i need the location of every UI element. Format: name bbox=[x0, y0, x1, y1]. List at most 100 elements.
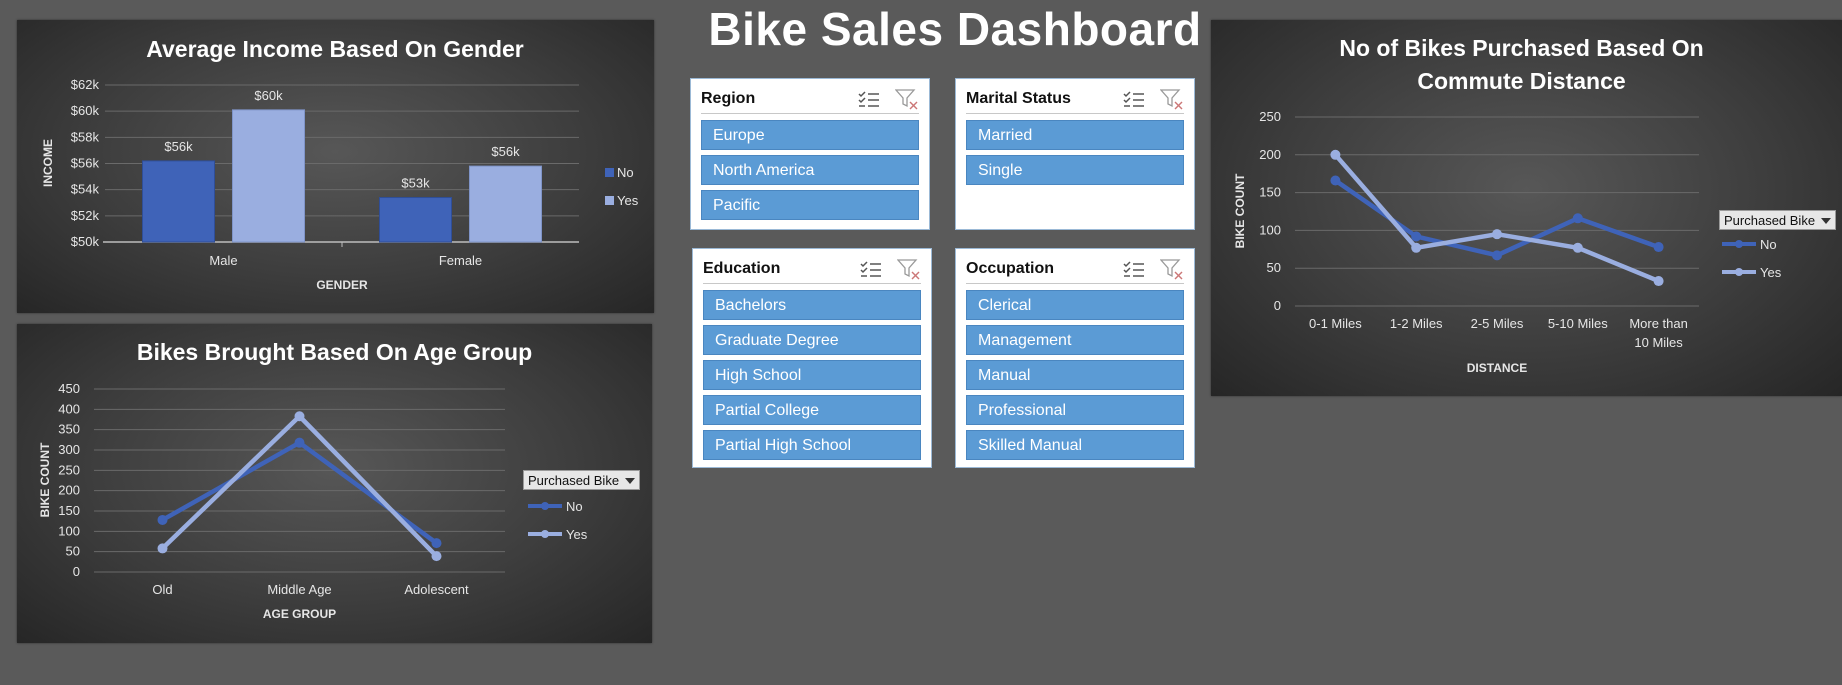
y-tick-label: $54k bbox=[71, 182, 100, 197]
x-axis-label: AGE GROUP bbox=[263, 607, 336, 621]
slicer-item-bachelors[interactable]: Bachelors bbox=[703, 290, 921, 320]
data-point-yes bbox=[1653, 276, 1664, 287]
y-axis-label: BIKE COUNT bbox=[38, 442, 52, 517]
x-tick-label: 10 Miles bbox=[1634, 335, 1683, 350]
bar-no-female bbox=[379, 197, 452, 243]
data-label: $60k bbox=[254, 88, 283, 103]
data-label: $56k bbox=[164, 139, 193, 154]
bar-yes-male bbox=[232, 109, 305, 243]
y-tick-label: 100 bbox=[58, 523, 80, 538]
slicer-title: Region bbox=[701, 90, 756, 107]
y-tick-label: 100 bbox=[1259, 222, 1281, 237]
legend-swatch bbox=[605, 168, 614, 177]
x-tick-label: Adolescent bbox=[404, 582, 469, 597]
slicer-item-europe[interactable]: Europe bbox=[701, 120, 919, 150]
slicer-item-married[interactable]: Married bbox=[966, 120, 1184, 150]
slicer-item-partial-high-school[interactable]: Partial High School bbox=[703, 430, 921, 460]
slicer-item-professional[interactable]: Professional bbox=[966, 395, 1184, 425]
legend-dropdown-label: Purchased Bike bbox=[528, 473, 620, 488]
clear-filter-icon[interactable] bbox=[1160, 258, 1184, 280]
multi-select-icon[interactable] bbox=[1122, 259, 1146, 279]
clear-filter-icon[interactable] bbox=[895, 88, 919, 110]
y-tick-label: 250 bbox=[1259, 109, 1281, 124]
data-point-no bbox=[431, 538, 442, 549]
dashboard-title: Bike Sales Dashboard bbox=[708, 3, 1202, 55]
y-tick-label: 400 bbox=[58, 401, 80, 416]
slicer-title: Occupation bbox=[966, 260, 1055, 277]
y-tick-label: 450 bbox=[58, 381, 80, 396]
chart-title: No of Bikes Purchased Based On bbox=[1339, 35, 1703, 61]
data-point-yes bbox=[1330, 149, 1341, 160]
series-line-yes bbox=[160, 413, 439, 558]
slicer-header: Marital Status bbox=[966, 85, 1184, 114]
x-tick-label: 1-2 Miles bbox=[1390, 316, 1443, 331]
multi-select-icon[interactable] bbox=[1122, 89, 1146, 109]
slicer-toolbar bbox=[1122, 258, 1184, 280]
slicer-item-graduate-degree[interactable]: Graduate Degree bbox=[703, 325, 921, 355]
slicer-item-single[interactable]: Single bbox=[966, 155, 1184, 185]
chart-title: Bikes Brought Based On Age Group bbox=[137, 339, 532, 365]
legend-marker bbox=[1735, 240, 1743, 248]
slicer-header: Occupation bbox=[966, 255, 1184, 284]
y-tick-label: $58k bbox=[71, 129, 100, 144]
y-tick-label: $60k bbox=[71, 103, 100, 118]
age-legend-dropdown[interactable]: Purchased Bike bbox=[523, 470, 640, 490]
data-point-no bbox=[1411, 231, 1422, 242]
legend-marker bbox=[541, 530, 549, 538]
bar-no-male bbox=[142, 160, 215, 243]
legend-marker bbox=[1735, 268, 1743, 276]
chevron-down-icon bbox=[1821, 218, 1831, 224]
data-point-no bbox=[1330, 175, 1341, 186]
data-point-no bbox=[1572, 213, 1583, 224]
legend-dropdown-label: Purchased Bike bbox=[1724, 213, 1816, 228]
chart-title: Commute Distance bbox=[1417, 68, 1625, 94]
y-tick-label: $52k bbox=[71, 208, 100, 223]
y-tick-label: 150 bbox=[58, 503, 80, 518]
x-tick-label: Male bbox=[209, 253, 237, 268]
line-chart-2: No of Bikes Purchased Based On Commute Di… bbox=[1233, 35, 1782, 375]
x-tick-label: 0-1 Miles bbox=[1309, 316, 1362, 331]
slicer-title: Marital Status bbox=[966, 90, 1071, 107]
y-tick-label: 300 bbox=[58, 442, 80, 457]
y-tick-label: 350 bbox=[58, 422, 80, 437]
y-axis-label: BIKE COUNT bbox=[1233, 173, 1247, 248]
slicer-toolbar bbox=[1122, 88, 1184, 110]
series-line-no bbox=[161, 440, 438, 545]
slicer-item-manual[interactable]: Manual bbox=[966, 360, 1184, 390]
slicer-toolbar bbox=[857, 88, 919, 110]
legend-label: No bbox=[617, 165, 634, 180]
legend-label: No bbox=[1760, 237, 1777, 252]
marital-status-slicer: Marital Status Married Single bbox=[955, 78, 1195, 230]
data-point-no bbox=[1653, 242, 1664, 253]
y-tick-label: $56k bbox=[71, 156, 100, 171]
slicer-item-north-america[interactable]: North America bbox=[701, 155, 919, 185]
slicer-item-clerical[interactable]: Clerical bbox=[966, 290, 1184, 320]
y-tick-label: 0 bbox=[1274, 298, 1281, 313]
data-point-no bbox=[294, 437, 305, 448]
y-tick-label: 250 bbox=[58, 462, 80, 477]
multi-select-icon[interactable] bbox=[859, 259, 883, 279]
slicer-toolbar bbox=[859, 258, 921, 280]
data-label: $53k bbox=[401, 176, 430, 191]
y-tick-label: 50 bbox=[66, 544, 80, 559]
distance-legend-dropdown[interactable]: Purchased Bike bbox=[1719, 210, 1836, 230]
occupation-slicer: Occupation Clerical Management Manual Profes… bbox=[955, 248, 1195, 468]
region-slicer: Region Europe North America Pacific bbox=[690, 78, 930, 230]
data-point-yes bbox=[1572, 242, 1583, 253]
clear-filter-icon[interactable] bbox=[897, 258, 921, 280]
slicer-item-skilled-manual[interactable]: Skilled Manual bbox=[966, 430, 1184, 460]
slicer-item-pacific[interactable]: Pacific bbox=[701, 190, 919, 220]
legend-label: No bbox=[566, 499, 583, 514]
slicer-item-management[interactable]: Management bbox=[966, 325, 1184, 355]
data-point-yes bbox=[1411, 242, 1422, 253]
multi-select-icon[interactable] bbox=[857, 89, 881, 109]
legend-marker bbox=[541, 502, 549, 510]
legend-label: Yes bbox=[1760, 265, 1782, 280]
slicer-item-partial-college[interactable]: Partial College bbox=[703, 395, 921, 425]
series-line-yes bbox=[1333, 153, 1660, 284]
clear-filter-icon[interactable] bbox=[1160, 88, 1184, 110]
y-tick-label: 150 bbox=[1259, 185, 1281, 200]
data-label: $56k bbox=[491, 144, 520, 159]
income-gender-chart-panel: Average Income Based On Gender $50k $52k $5… bbox=[17, 20, 654, 313]
slicer-item-high-school[interactable]: High School bbox=[703, 360, 921, 390]
